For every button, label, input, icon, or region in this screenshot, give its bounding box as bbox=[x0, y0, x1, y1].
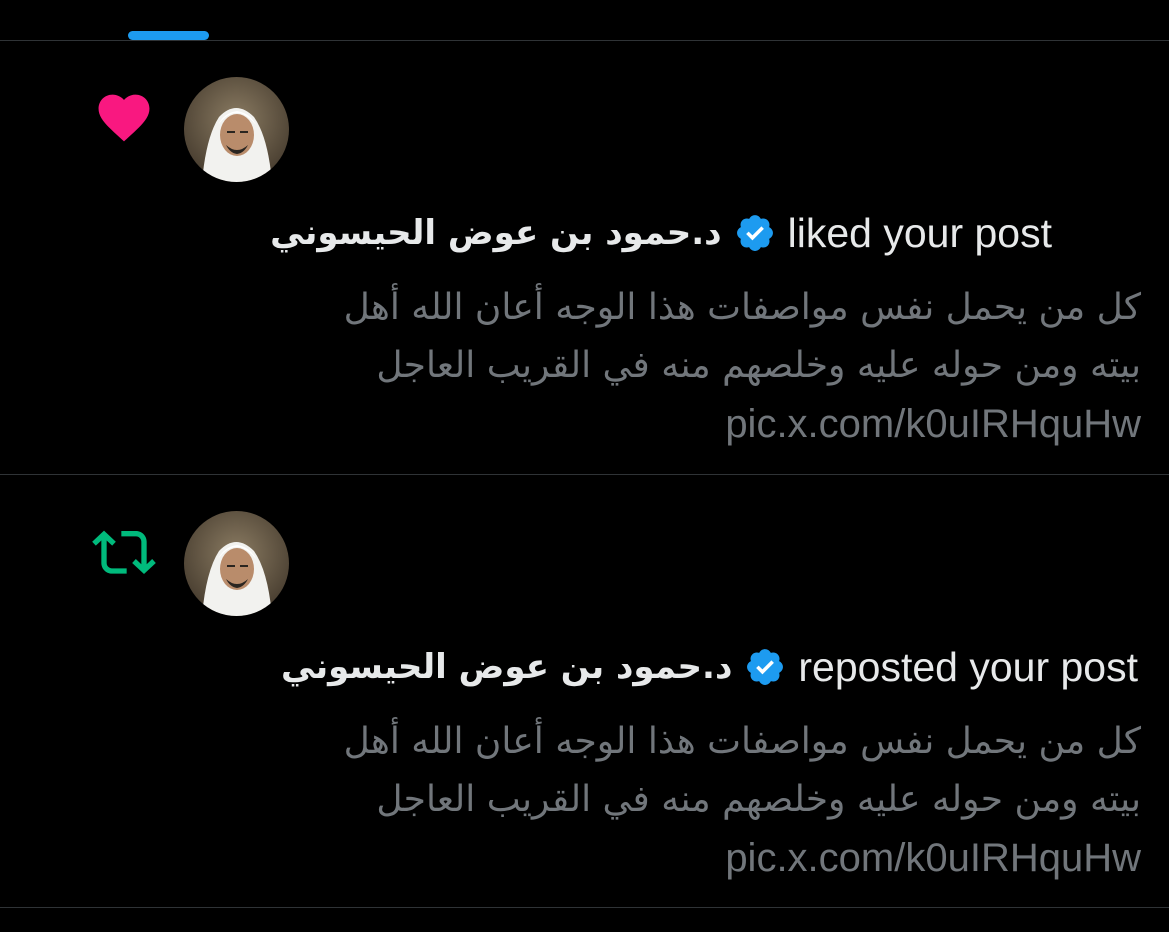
post-preview[interactable]: كل من يحمل نفس مواصفات هذا الوجه أعان ال… bbox=[221, 279, 1141, 453]
repost-icon bbox=[92, 515, 156, 579]
post-link[interactable]: pic.x.com/k0uIRHquHw bbox=[221, 829, 1141, 887]
action-text: liked your post bbox=[787, 209, 1052, 256]
avatar[interactable] bbox=[184, 77, 289, 182]
verified-badge-icon bbox=[744, 646, 786, 688]
notification-headline: د.حمود بن عوض الحيسوني liked your post bbox=[270, 207, 1052, 259]
post-text-line: كل من يحمل نفس مواصفات هذا الوجه أعان ال… bbox=[343, 287, 1141, 328]
action-text: reposted your post bbox=[798, 643, 1138, 690]
notification-headline: د.حمود بن عوض الحيسوني reposted your pos… bbox=[281, 641, 1138, 693]
avatar[interactable] bbox=[184, 511, 289, 616]
verified-badge-icon bbox=[734, 212, 776, 254]
active-tab-indicator bbox=[128, 31, 209, 40]
notification-like[interactable]: د.حمود بن عوض الحيسوني liked your post ك… bbox=[0, 41, 1169, 474]
post-preview[interactable]: كل من يحمل نفس مواصفات هذا الوجه أعان ال… bbox=[221, 713, 1141, 887]
post-link[interactable]: pic.x.com/k0uIRHquHw bbox=[221, 395, 1141, 453]
notification-divider bbox=[0, 907, 1169, 908]
notification-repost[interactable]: د.حمود بن عوض الحيسوني reposted your pos… bbox=[0, 475, 1169, 907]
user-name[interactable]: د.حمود بن عوض الحيسوني bbox=[270, 213, 721, 253]
notifications-page: د.حمود بن عوض الحيسوني liked your post ك… bbox=[0, 0, 1169, 932]
post-text-line: بيته ومن حوله عليه وخلصهم منه في القريب … bbox=[376, 779, 1141, 820]
post-text-line: كل من يحمل نفس مواصفات هذا الوجه أعان ال… bbox=[343, 721, 1141, 762]
heart-icon bbox=[92, 83, 156, 147]
user-name[interactable]: د.حمود بن عوض الحيسوني bbox=[281, 647, 732, 687]
post-text-line: بيته ومن حوله عليه وخلصهم منه في القريب … bbox=[376, 345, 1141, 386]
